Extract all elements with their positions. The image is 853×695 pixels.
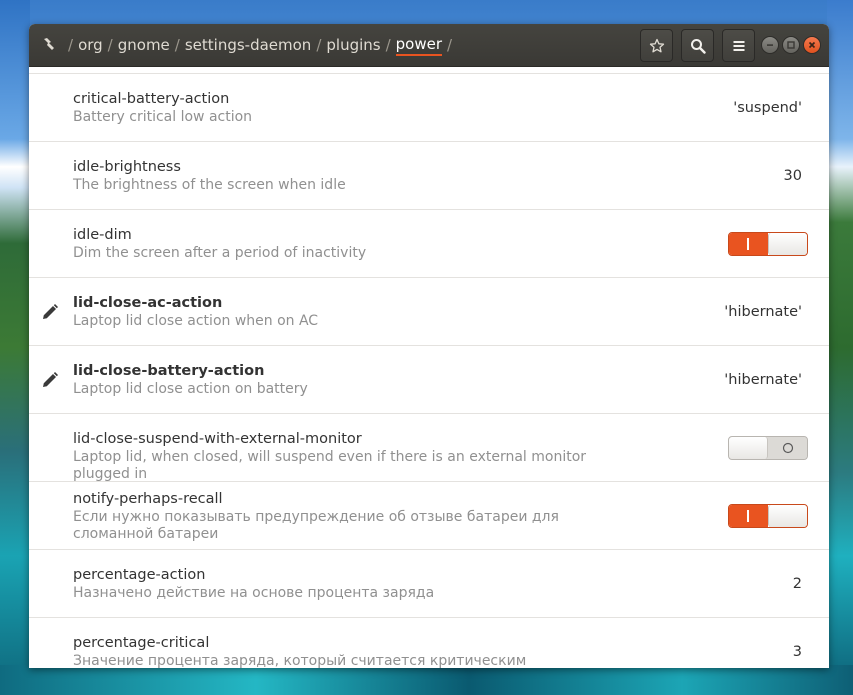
switch-off-icon [782, 442, 793, 454]
switch-on-icon [747, 510, 750, 522]
maximize-button[interactable] [782, 36, 800, 54]
key-summary: Laptop lid close action when on AC [73, 313, 319, 329]
key-summary: Назначено действие на основе процента за… [73, 585, 435, 601]
hamburger-menu-icon [733, 40, 744, 51]
switch-on-indicator [729, 233, 768, 255]
key-name: critical-battery-action [73, 91, 230, 107]
keys-list[interactable]: critical-battery-action Battery critical… [29, 67, 829, 668]
key-name: idle-dim [73, 227, 132, 243]
key-summary: The brightness of the screen when idle [73, 177, 346, 193]
list-item[interactable]: percentage-action Назначено действие на … [29, 550, 829, 618]
key-name: lid-close-battery-action [73, 363, 265, 379]
toggle-switch-on[interactable] [728, 504, 808, 528]
key-name: idle-brightness [73, 159, 181, 175]
list-item[interactable]: critical-battery-action Battery critical… [29, 74, 829, 142]
key-value: 'hibernate' [724, 304, 802, 320]
switch-on-icon [747, 238, 750, 250]
search-icon [690, 38, 706, 54]
breadcrumb-gnome[interactable]: gnome [118, 36, 170, 54]
breadcrumb-settings-daemon[interactable]: settings-daemon [185, 36, 311, 54]
minimize-icon [767, 44, 773, 46]
key-name: lid-close-suspend-with-external-monitor [73, 431, 362, 447]
desktop-wallpaper-right [827, 0, 853, 695]
breadcrumb: / org / gnome / settings-daemon / plugin… [41, 24, 457, 67]
list-item[interactable]: idle-dim Dim the screen after a period o… [29, 210, 829, 278]
key-summary: Если нужно показывать предупреждение об … [73, 509, 559, 542]
key-value: 'hibernate' [724, 372, 802, 388]
key-summary: Laptop lid, when closed, will suspend ev… [73, 449, 587, 482]
key-summary: Значение процента заряда, который считае… [73, 653, 527, 668]
switch-knob [767, 505, 807, 527]
path-separator: / [174, 36, 180, 54]
pencil-icon [40, 302, 60, 322]
toggle-switch-on[interactable] [728, 232, 808, 256]
breadcrumb-org[interactable]: org [78, 36, 103, 54]
switch-knob [767, 233, 807, 255]
path-separator: / [68, 36, 74, 54]
key-value: 'suspend' [733, 100, 802, 116]
list-item[interactable]: percentage-critical Значение процента за… [29, 618, 829, 668]
key-summary: Battery critical low action [73, 109, 253, 125]
header-bar: / org / gnome / settings-daemon / plugin… [29, 24, 829, 67]
path-separator: / [447, 36, 453, 54]
dconf-editor-window: / org / gnome / settings-daemon / plugin… [29, 24, 829, 668]
desktop-wallpaper-left [0, 0, 30, 695]
breadcrumb-power[interactable]: power [395, 35, 443, 56]
toggle-switch-off[interactable] [728, 436, 808, 460]
key-name: percentage-action [73, 567, 206, 583]
key-summary: Laptop lid close action on battery [73, 381, 308, 397]
list-item[interactable]: lid-close-ac-action Laptop lid close act… [29, 278, 829, 346]
key-value: 3 [792, 644, 802, 660]
desktop-wallpaper-bottom [0, 665, 853, 695]
key-name: percentage-critical [73, 635, 210, 651]
close-button[interactable] [803, 36, 821, 54]
bookmark-button[interactable] [640, 29, 673, 62]
path-separator: / [107, 36, 113, 54]
path-separator: / [385, 36, 391, 54]
maximize-icon [787, 41, 795, 49]
list-item[interactable]: lid-close-suspend-with-external-monitor … [29, 414, 829, 482]
list-item[interactable]: notify-perhaps-recall Если нужно показыв… [29, 482, 829, 550]
search-button[interactable] [681, 29, 714, 62]
breadcrumb-plugins[interactable]: plugins [326, 36, 380, 54]
dconf-tool-icon[interactable] [41, 37, 57, 53]
pencil-icon [40, 370, 60, 390]
key-value: 30 [783, 168, 802, 184]
path-separator: / [316, 36, 322, 54]
key-value: 2 [792, 576, 802, 592]
switch-on-indicator [729, 505, 768, 527]
menu-button[interactable] [722, 29, 755, 62]
header-buttons [640, 29, 755, 62]
star-icon [649, 38, 664, 52]
switch-knob [729, 437, 769, 459]
switch-off-indicator [768, 437, 807, 459]
list-scrolled-row-edge [29, 67, 829, 74]
minimize-button[interactable] [761, 36, 779, 54]
key-summary: Dim the screen after a period of inactiv… [73, 245, 367, 261]
list-item[interactable]: lid-close-battery-action Laptop lid clos… [29, 346, 829, 414]
window-controls [761, 36, 821, 54]
list-item[interactable]: idle-brightness The brightness of the sc… [29, 142, 829, 210]
key-name: notify-perhaps-recall [73, 491, 223, 507]
key-name: lid-close-ac-action [73, 295, 223, 311]
close-icon [808, 41, 816, 49]
